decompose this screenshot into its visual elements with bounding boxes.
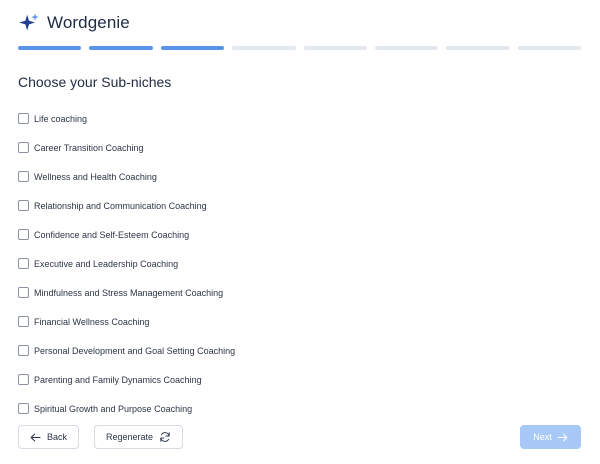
sub-niche-option[interactable]: Executive and Leadership Coaching [18, 249, 578, 278]
sub-niche-checkbox[interactable] [18, 345, 29, 356]
progress-step [232, 46, 296, 50]
sub-niche-option[interactable]: Relationship and Communication Coaching [18, 191, 578, 220]
sub-niche-checkbox[interactable] [18, 258, 29, 269]
sub-niche-label: Financial Wellness Coaching [34, 316, 150, 327]
sub-niche-option[interactable]: Confidence and Self-Esteem Coaching [18, 220, 578, 249]
refresh-icon [159, 431, 171, 443]
sub-niche-option[interactable]: Financial Wellness Coaching [18, 307, 578, 336]
sub-niche-checkbox[interactable] [18, 374, 29, 385]
back-button-label: Back [46, 432, 67, 442]
sub-niche-option[interactable]: Wellness and Health Coaching [18, 162, 578, 191]
sub-niche-label: Confidence and Self-Esteem Coaching [34, 229, 190, 240]
sub-niche-checkbox[interactable] [18, 403, 29, 414]
sub-niche-label: Mindfulness and Stress Management Coachi… [34, 287, 224, 298]
arrow-right-icon [557, 433, 568, 442]
sparkles-icon [18, 12, 40, 34]
sub-niche-option[interactable]: Parenting and Family Dynamics Coaching [18, 365, 578, 394]
sub-niche-checkbox[interactable] [18, 142, 29, 153]
sub-niche-list: Life coaching Career Transition Coaching W… [18, 104, 578, 423]
app-header: Wordgenie [18, 10, 130, 36]
sub-niche-label: Spiritual Growth and Purpose Coaching [34, 403, 193, 414]
sub-niche-label: Relationship and Communication Coaching [34, 200, 207, 211]
sub-niche-option[interactable]: Personal Development and Goal Setting Co… [18, 336, 578, 365]
sub-niche-label: Career Transition Coaching [34, 142, 144, 153]
sub-niche-label: Executive and Leadership Coaching [34, 258, 179, 269]
sub-niche-option[interactable]: Mindfulness and Stress Management Coachi… [18, 278, 578, 307]
sub-niche-checkbox[interactable] [18, 316, 29, 327]
sub-niche-option[interactable]: Spiritual Growth and Purpose Coaching [18, 394, 578, 423]
arrow-left-icon [30, 433, 41, 442]
step-progress-bar [18, 46, 581, 50]
page-title: Choose your Sub-niches [18, 74, 172, 90]
regenerate-button-label: Regenerate [105, 432, 154, 442]
progress-step [89, 46, 153, 50]
sub-niche-label: Life coaching [34, 113, 88, 124]
sub-niche-option[interactable]: Career Transition Coaching [18, 133, 578, 162]
progress-step [303, 46, 367, 50]
sub-niche-label: Wellness and Health Coaching [34, 171, 157, 182]
progress-step [446, 46, 510, 50]
sub-niche-checkbox[interactable] [18, 113, 29, 124]
sub-niche-checkbox[interactable] [18, 287, 29, 298]
sub-niche-checkbox[interactable] [18, 171, 29, 182]
next-button-label: Next [533, 432, 552, 442]
sub-niche-label: Parenting and Family Dynamics Coaching [34, 374, 202, 385]
progress-step [160, 46, 225, 50]
progress-step [517, 46, 581, 50]
progress-step [18, 46, 82, 50]
back-button[interactable]: Back [18, 425, 79, 449]
next-button[interactable]: Next [520, 425, 581, 449]
sub-niche-label: Personal Development and Goal Setting Co… [34, 345, 236, 356]
regenerate-button[interactable]: Regenerate [94, 425, 183, 449]
progress-step [374, 46, 439, 50]
sub-niche-checkbox[interactable] [18, 200, 29, 211]
sub-niche-checkbox[interactable] [18, 229, 29, 240]
app-title: Wordgenie [47, 13, 130, 32]
sub-niche-option[interactable]: Life coaching [18, 104, 578, 133]
